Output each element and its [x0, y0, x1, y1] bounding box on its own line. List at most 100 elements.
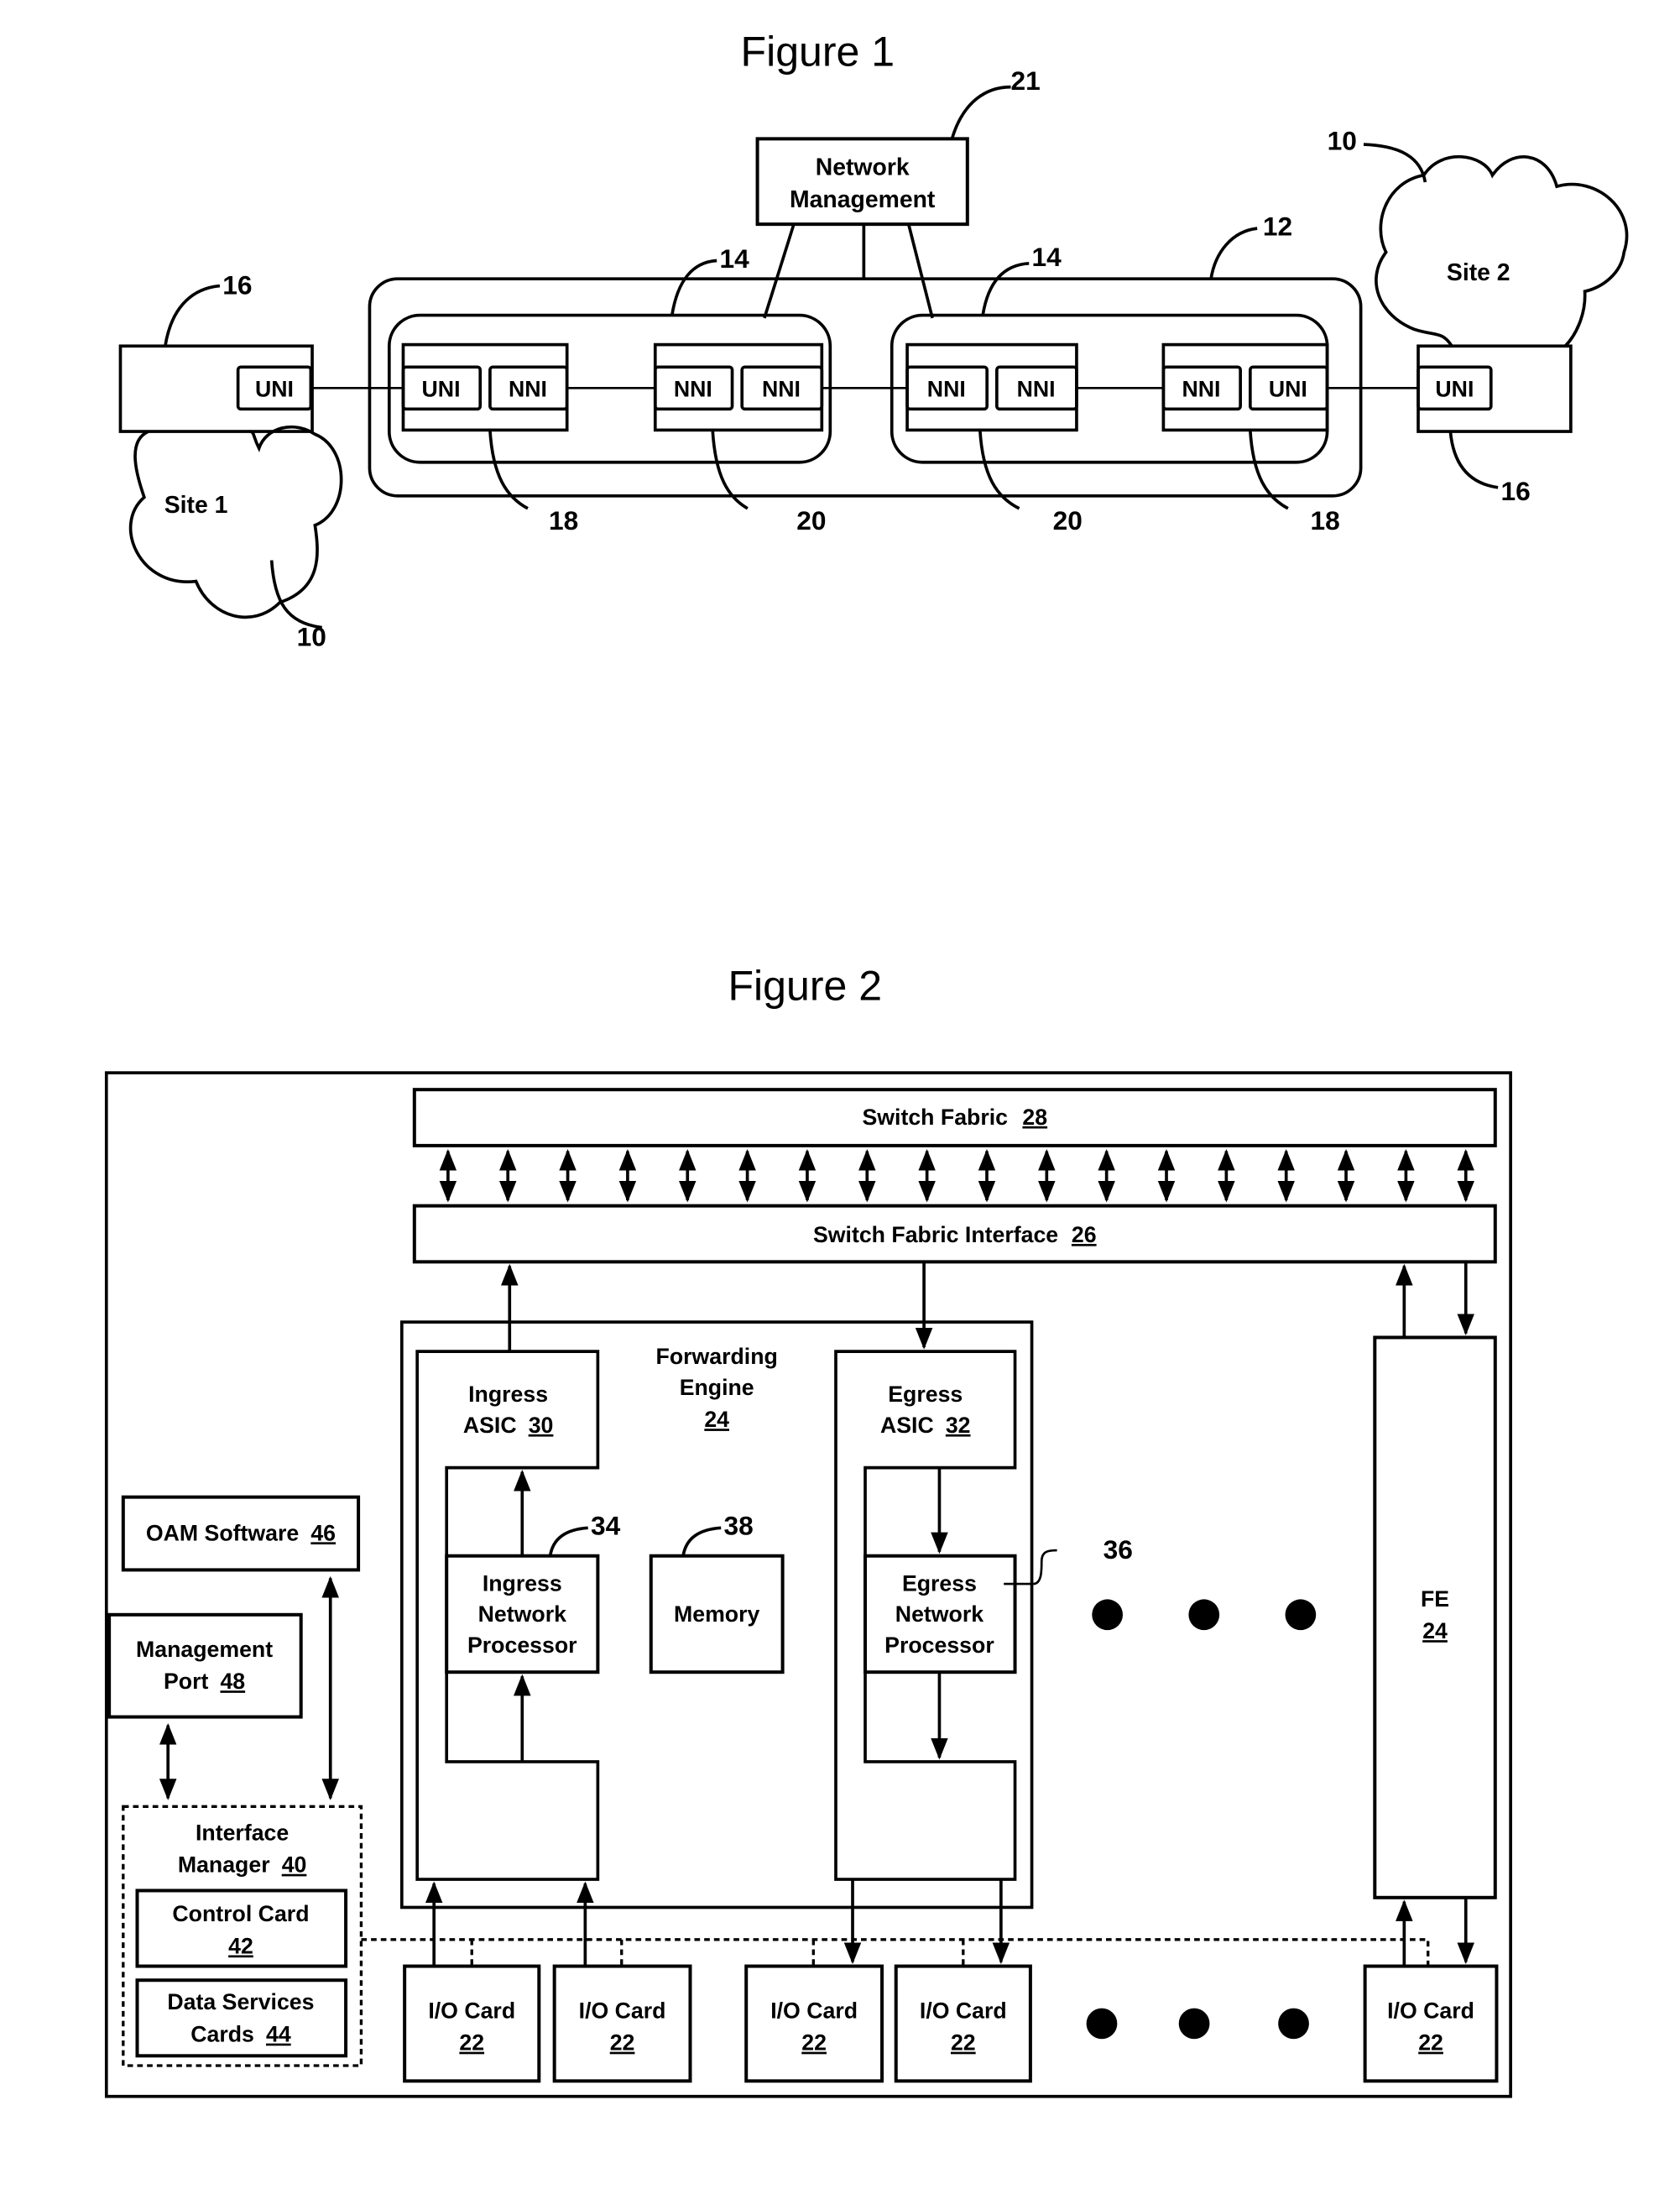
- network-management-box: Network Management: [755, 137, 969, 227]
- control-card-ref: 42: [228, 1934, 253, 1959]
- fe-box: [1373, 1335, 1497, 1899]
- network-management-line1: Network: [816, 154, 910, 181]
- io-card: I/O Card 22: [744, 1964, 884, 2083]
- ref-14-right: 14: [1032, 242, 1062, 272]
- oam-software-ref: 46: [310, 1520, 336, 1545]
- management-port-ref: 48: [220, 1669, 245, 1694]
- forwarding-engine-line2: Engine: [680, 1375, 754, 1400]
- customer-edge-left: UNI: [118, 344, 314, 433]
- io-card-ref: 22: [610, 2030, 635, 2056]
- patent-figures: Figure 1 Network Management 21 12 14 14 …: [104, 29, 1629, 2098]
- nm-link-left: [763, 223, 796, 319]
- egress-np-line3: Processor: [884, 1633, 994, 1658]
- ellipsis-dot: [1188, 1599, 1220, 1631]
- io-card-label: I/O Card: [428, 1998, 515, 2023]
- core-node-20-left: NNI NNI: [653, 342, 824, 432]
- interface-manager-line2: Manager: [178, 1852, 270, 1878]
- io-card: I/O Card 22: [403, 1964, 541, 2083]
- figure-1: Figure 1 Network Management 21 12 14 14 …: [118, 29, 1629, 651]
- port-nni: NNI: [1182, 376, 1220, 401]
- fe-ref: 24: [1422, 1618, 1448, 1643]
- ref-18-left: 18: [549, 505, 578, 535]
- io-card: I/O Card 22: [1363, 1964, 1499, 2083]
- io-card-label: I/O Card: [770, 1998, 858, 2023]
- io-card-ref: 22: [801, 2030, 827, 2056]
- port-uni: UNI: [422, 376, 461, 401]
- io-card: I/O Card 22: [894, 1964, 1032, 2083]
- egress-np-line2: Network: [895, 1601, 983, 1627]
- ref-10-right: 10: [1328, 126, 1357, 156]
- switch-fabric-label: Switch Fabric: [862, 1105, 1008, 1130]
- leader-14-right: [981, 262, 1030, 316]
- control-bus: [361, 1938, 1430, 1967]
- ref-18-right: 18: [1311, 505, 1340, 535]
- oam-software-label: OAM Software: [146, 1520, 299, 1545]
- figure-2: Figure 2 Switch Fabric 28 Switch Fabric …: [104, 962, 1512, 2098]
- io-card: I/O Card 22: [552, 1964, 692, 2083]
- io-card-label: I/O Card: [920, 1998, 1007, 2023]
- network-management-line2: Management: [790, 186, 936, 213]
- port-nni: NNI: [762, 376, 801, 401]
- switch-fabric-box: Switch Fabric 28: [412, 1088, 1497, 1147]
- forwarding-engine-ref: 24: [704, 1407, 729, 1432]
- switch-fabric-ref: 28: [1022, 1105, 1047, 1130]
- ingress-np-line3: Processor: [467, 1633, 577, 1658]
- ref-16-right: 16: [1500, 476, 1530, 506]
- switch-fabric-interface-box: Switch Fabric Interface 26: [412, 1204, 1497, 1264]
- leader-16-right: [1448, 431, 1499, 489]
- ingress-asic-ref: 30: [529, 1413, 554, 1438]
- ref-21: 21: [1011, 65, 1041, 96]
- port-nni: NNI: [509, 376, 547, 401]
- leader-14-left: [670, 259, 717, 316]
- egress-asic-line1: Egress: [888, 1382, 963, 1407]
- egress-asic-line2: ASIC: [880, 1413, 934, 1438]
- forwarding-engine-line1: Forwarding: [656, 1344, 778, 1369]
- ref-16-left: 16: [222, 270, 252, 300]
- leader-12: [1209, 227, 1258, 280]
- ingress-np-line1: Ingress: [483, 1570, 562, 1596]
- site-1-label: Site 1: [164, 492, 228, 519]
- management-port-line1: Management: [136, 1637, 273, 1662]
- leader-34: [548, 1526, 588, 1557]
- ref-14-left: 14: [720, 243, 750, 274]
- egress-asic-ref: 32: [946, 1413, 971, 1438]
- ingress-asic-line2: ASIC: [463, 1413, 517, 1438]
- figure-2-title: Figure 2: [728, 962, 882, 1009]
- ref-38: 38: [724, 1511, 754, 1541]
- nm-link-right: [906, 223, 934, 319]
- ref-20-right: 20: [1053, 505, 1083, 535]
- switch-fabric-interface-label: Switch Fabric Interface: [813, 1222, 1058, 1247]
- io-card-ref: 22: [1418, 2030, 1443, 2056]
- management-port-line2: Port: [164, 1669, 208, 1694]
- interface-manager-line1: Interface: [196, 1820, 289, 1845]
- fabric-links: [439, 1148, 1475, 1203]
- switch-fabric-interface-ref: 26: [1072, 1222, 1097, 1247]
- customer-edge-right: UNI: [1417, 344, 1573, 433]
- io-card-label: I/O Card: [579, 1998, 666, 2023]
- svg-text:Manager 40: Manager 40: [178, 1852, 307, 1878]
- ellipsis-dot: [1092, 1599, 1124, 1631]
- svg-text:Cards 44: Cards 44: [190, 2022, 291, 2047]
- data-services-line2: Cards: [190, 2022, 254, 2047]
- control-card-label: Control Card: [172, 1901, 309, 1926]
- ref-36: 36: [1103, 1534, 1133, 1565]
- ref-10-left: 10: [297, 621, 326, 651]
- ellipsis-dot: [1086, 2008, 1118, 2040]
- leader-16-left: [164, 284, 221, 347]
- svg-text:Port 48: Port 48: [164, 1669, 245, 1694]
- ellipsis-dot: [1278, 2008, 1309, 2040]
- ref-34: 34: [591, 1511, 621, 1541]
- port-nni: NNI: [1017, 376, 1056, 401]
- ellipsis-dot: [1178, 2008, 1210, 2040]
- ref-12: 12: [1263, 211, 1292, 241]
- interface-manager-ref: 40: [282, 1852, 307, 1878]
- memory-label: Memory: [674, 1601, 759, 1627]
- io-cards: I/O Card 22 I/O Card 22 I/O Card 22 I/O Card 22…: [403, 1964, 1499, 2083]
- core-node-20-right: NNI NNI: [905, 342, 1078, 432]
- edge-node-18-right: NNI UNI: [1161, 342, 1329, 432]
- port-uni: UNI: [255, 376, 294, 401]
- port-nni: NNI: [674, 376, 712, 401]
- ellipsis-dot: [1285, 1599, 1317, 1631]
- leader-21: [950, 85, 1011, 139]
- leader-38: [681, 1526, 722, 1557]
